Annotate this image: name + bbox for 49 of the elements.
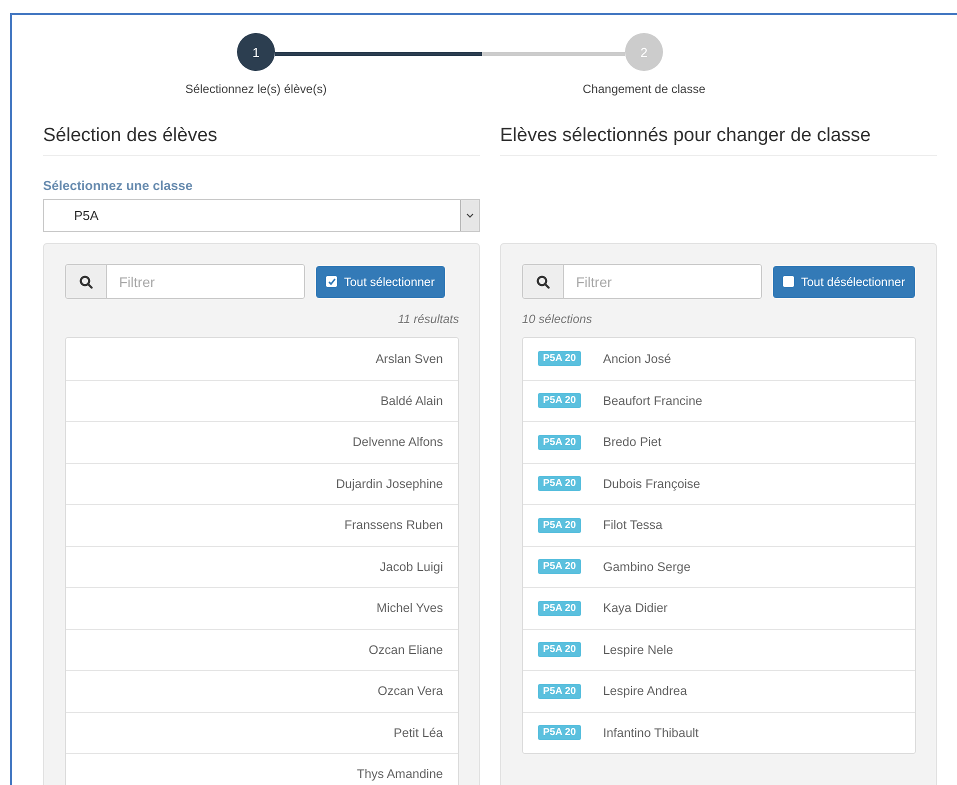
student-item[interactable]: Franssens Ruben: [66, 504, 458, 546]
student-name[interactable]: Ancion José: [602, 352, 672, 366]
student-item[interactable]: Arslan Sven: [66, 338, 458, 380]
class-badge: P5A 20: [538, 393, 581, 408]
filter-field[interactable]: Filtrer: [65, 264, 305, 299]
class-badge: P5A 20: [538, 518, 581, 533]
student-name[interactable]: Gambino Serge: [602, 560, 691, 574]
class-badge: P5A 20: [538, 434, 581, 450]
section-title: Elèves sélectionnés pour changer de classe: [500, 125, 937, 156]
class-badge: P5A 20: [538, 684, 581, 699]
search-icon: [79, 274, 93, 288]
result-count: 11 résultats: [396, 312, 459, 326]
section-title: Sélection des élèves: [43, 125, 480, 156]
checkbox[interactable]: [783, 276, 794, 287]
student-item[interactable]: Dujardin Josephine: [66, 462, 458, 504]
student-item[interactable]: Ozcan Vera: [66, 670, 458, 712]
student-item[interactable]: Petit Léa: [66, 712, 458, 753]
class-label: Sélectionnez une classe: [43, 178, 194, 193]
class-badge: P5A 20: [538, 600, 581, 616]
class-badge: P5A 20: [538, 725, 581, 740]
step-number[interactable]: 1: [237, 33, 275, 71]
student-item[interactable]: Delvenne Alfons: [66, 421, 458, 462]
student-name[interactable]: Infantino Thibault: [602, 726, 699, 740]
student-name[interactable]: Lespire Nele: [602, 642, 674, 657]
class-badge: P5A 20: [538, 476, 581, 492]
class-badge: P5A 20: [538, 642, 581, 658]
class-badge: P5A 20: [538, 559, 581, 574]
step-label: Sélectionnez le(s) élève(s): [185, 82, 327, 96]
student-item[interactable]: Thys Amandine: [66, 753, 458, 785]
select-all-button[interactable]: Tout désélectionner: [773, 266, 916, 298]
selection-count: 10 sélections: [522, 312, 594, 326]
checkbox[interactable]: [326, 276, 337, 287]
filter-field[interactable]: Filtrer: [522, 264, 762, 299]
student-item[interactable]: Michel Yves: [66, 587, 458, 628]
class-select[interactable]: P5A: [43, 199, 480, 232]
caret-icon: [466, 213, 474, 218]
student-item[interactable]: Ozcan Eliane: [66, 628, 458, 670]
student-name[interactable]: Dubois Françoise: [602, 476, 700, 491]
search-icon: [536, 274, 550, 288]
student-item[interactable]: Baldé Alain: [66, 380, 458, 421]
student-name[interactable]: Kaya Didier: [602, 601, 668, 616]
select-all-button[interactable]: Tout sélectionner: [316, 266, 445, 298]
student-name[interactable]: Beaufort Francine: [602, 394, 702, 408]
student-name[interactable]: Filot Tessa: [602, 518, 662, 532]
student-item[interactable]: Jacob Luigi: [66, 546, 458, 587]
student-name[interactable]: Bredo Piet: [602, 435, 662, 450]
class-badge: P5A 20: [538, 351, 581, 366]
student-name[interactable]: Lespire Andrea: [602, 684, 688, 698]
step-label: Changement de classe: [582, 82, 706, 96]
